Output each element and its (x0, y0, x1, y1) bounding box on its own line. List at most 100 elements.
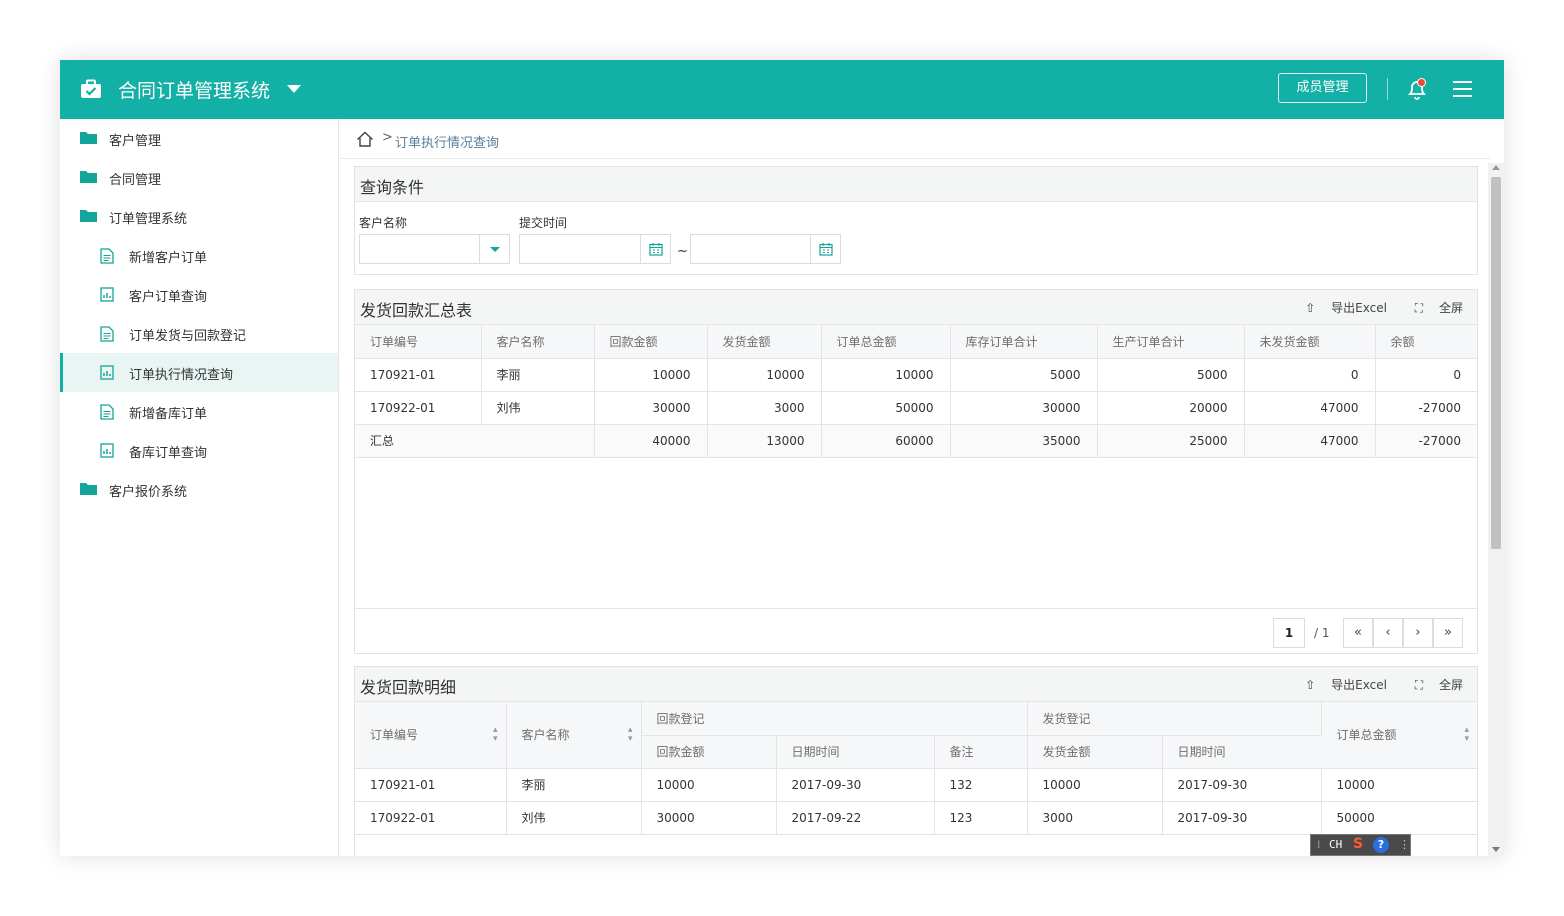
total-cell: 25000 (1097, 424, 1245, 458)
sort-icon[interactable]: ▴ ▾ (1465, 725, 1470, 744)
sidebar-item-label: 客户管理 (109, 134, 162, 149)
sidebar-item-customer-order-query[interactable]: 客户订单查询 (60, 275, 338, 314)
summary-table: 订单编号 客户名称 回款金额 发货金额 订单总金额 库存订单合计 生产订单合计 … (355, 325, 1477, 458)
sidebar-item-shipment-payment-register[interactable]: 订单发货与回款登记 (60, 314, 338, 353)
options-icon[interactable]: ⋮ (1399, 838, 1410, 851)
scroll-up-arrow-icon[interactable] (1492, 165, 1500, 170)
column-header-order-total[interactable]: 订单总金额 ▴ ▾ (1321, 702, 1478, 769)
column-header[interactable]: 发货金额 (1027, 735, 1163, 769)
breadcrumb-separator: > (382, 130, 393, 145)
customer-name-select[interactable] (359, 234, 510, 264)
total-cell: -27000 (1375, 424, 1477, 458)
total-label: 汇总 (355, 424, 595, 458)
fullscreen-button[interactable]: ⛶ 全屏 (1403, 301, 1463, 315)
column-header[interactable]: 订单总金额 (821, 325, 951, 359)
column-header[interactable]: 备注 (934, 735, 1028, 769)
caret-down-icon[interactable] (287, 85, 301, 93)
sidebar-item-label: 订单管理系统 (109, 212, 188, 227)
detail-table: 订单编号 ▴ ▾ 客户名称 ▴ ▾ 回款登记 发货登记 订单总金额 ▴ ▾ 回款金额 日期时… (355, 702, 1478, 835)
scroll-down-arrow-icon[interactable] (1492, 847, 1500, 852)
sidebar-item-new-customer-order[interactable]: 新增客户订单 (60, 236, 338, 275)
column-group-payment: 回款登记 (641, 702, 1028, 736)
fullscreen-button[interactable]: ⛶ 全屏 (1403, 678, 1463, 692)
sidebar-item-order-execution-query[interactable]: 订单执行情况查询 (60, 353, 338, 392)
end-date-calendar-button[interactable] (810, 235, 840, 263)
total-cell: 47000 (1244, 424, 1376, 458)
column-header[interactable]: 发货金额 (707, 325, 822, 359)
sort-icon[interactable]: ▴ ▾ (628, 725, 633, 744)
last-page-button[interactable]: » (1433, 618, 1463, 648)
bell-icon[interactable] (1406, 77, 1428, 101)
table-row[interactable]: 170921-01 李丽 10000 2017-09-30 132 10000 … (355, 768, 1478, 802)
column-header[interactable]: 客户名称 (481, 325, 595, 359)
ime-toolbar[interactable]: ⁞ CH S ? ⋮ (1310, 834, 1411, 856)
table-row[interactable]: 170922-01 刘伟 30000 2017-09-22 123 3000 2… (355, 801, 1478, 835)
table-cell: 50000 (1321, 801, 1478, 835)
sidebar-item-customer-management[interactable]: 客户管理 (60, 119, 338, 158)
sidebar-item-contract-management[interactable]: 合同管理 (60, 158, 338, 197)
column-header[interactable]: 库存订单合计 (950, 325, 1098, 359)
sidebar-item-quotation-system[interactable]: 客户报价系统 (60, 470, 338, 509)
export-excel-button[interactable]: ⇧ 导出Excel (1293, 678, 1387, 692)
top-header: 合同订单管理系统 成员管理 (60, 60, 1504, 119)
sort-icon[interactable]: ▴ ▾ (493, 725, 498, 744)
fullscreen-icon: ⛶ (1414, 301, 1424, 315)
table-cell: 132 (934, 768, 1028, 802)
table-cell: 2017-09-30 (776, 768, 935, 802)
column-header[interactable]: 余额 (1375, 325, 1477, 359)
prev-page-button[interactable]: ‹ (1373, 618, 1403, 648)
current-page-input[interactable]: 1 (1273, 618, 1305, 648)
table-cell: 10000 (1027, 768, 1163, 802)
table-cell: 0 (1375, 358, 1477, 392)
member-management-button[interactable]: 成员管理 (1278, 73, 1367, 103)
table-cell: 李丽 (481, 358, 595, 392)
fullscreen-label: 全屏 (1438, 678, 1463, 692)
export-excel-button[interactable]: ⇧ 导出Excel (1293, 301, 1387, 315)
sidebar-item-new-stock-order[interactable]: 新增备库订单 (60, 392, 338, 431)
select-dropdown-button[interactable] (479, 235, 509, 263)
total-cell: 40000 (594, 424, 708, 458)
table-row[interactable]: 170921-01 李丽 10000 10000 10000 5000 5000… (355, 358, 1477, 392)
column-header[interactable]: 订单编号 (355, 325, 482, 359)
column-header-customer[interactable]: 客户名称 ▴ ▾ (506, 702, 642, 769)
header-divider (1387, 78, 1388, 100)
sogou-logo-icon: S (1353, 836, 1364, 852)
table-cell: 5000 (950, 358, 1098, 392)
fullscreen-label: 全屏 (1438, 301, 1463, 315)
detail-toolbar: ⇧ 导出Excel ⛶ 全屏 (1281, 676, 1463, 693)
app-window: 合同订单管理系统 成员管理 客户管理 合同管理 订单管理系统 新增客户订单 客户… (60, 60, 1504, 856)
next-page-button[interactable]: › (1403, 618, 1433, 648)
table-cell: 3000 (707, 391, 822, 425)
column-header[interactable]: 回款金额 (641, 735, 777, 769)
breadcrumb-current[interactable]: 订单执行情况查询 (395, 132, 499, 151)
pagination: 1 / 1 « ‹ › » (1273, 618, 1463, 650)
end-date-input[interactable] (690, 234, 841, 264)
column-header-order-no[interactable]: 订单编号 ▴ ▾ (355, 702, 507, 769)
caret-down-icon (490, 247, 500, 252)
start-date-input[interactable] (519, 234, 671, 264)
sidebar-item-order-system[interactable]: 订单管理系统 (60, 197, 338, 236)
column-header[interactable]: 未发货金额 (1244, 325, 1376, 359)
vertical-scrollbar[interactable] (1488, 163, 1504, 856)
help-icon[interactable]: ? (1373, 837, 1389, 853)
hamburger-menu-icon[interactable] (1453, 81, 1472, 97)
column-header[interactable]: 回款金额 (594, 325, 708, 359)
report-icon (100, 287, 114, 302)
scrollbar-thumb[interactable] (1491, 177, 1501, 549)
column-header[interactable]: 日期时间 (776, 735, 935, 769)
sidebar-item-stock-order-query[interactable]: 备库订单查询 (60, 431, 338, 470)
document-icon (100, 248, 114, 264)
report-icon (100, 365, 114, 380)
sidebar-item-label: 客户报价系统 (109, 485, 188, 500)
column-header[interactable]: 日期时间 (1162, 735, 1322, 769)
home-icon[interactable] (356, 131, 374, 147)
start-date-calendar-button[interactable] (640, 235, 670, 263)
column-header[interactable]: 生产订单合计 (1097, 325, 1245, 359)
table-cell: 0 (1244, 358, 1376, 392)
table-cell: 170921-01 (355, 768, 507, 802)
sidebar-item-label: 订单发货与回款登记 (129, 329, 247, 344)
table-row[interactable]: 170922-01 刘伟 30000 3000 50000 30000 2000… (355, 391, 1477, 425)
first-page-button[interactable]: « (1343, 618, 1373, 648)
export-excel-label: 导出Excel (1331, 301, 1387, 315)
main-content: > 订单执行情况查询 查询条件 客户名称 提交时间 ~ 发货回款汇总表 ⇧ 导出… (340, 119, 1504, 856)
